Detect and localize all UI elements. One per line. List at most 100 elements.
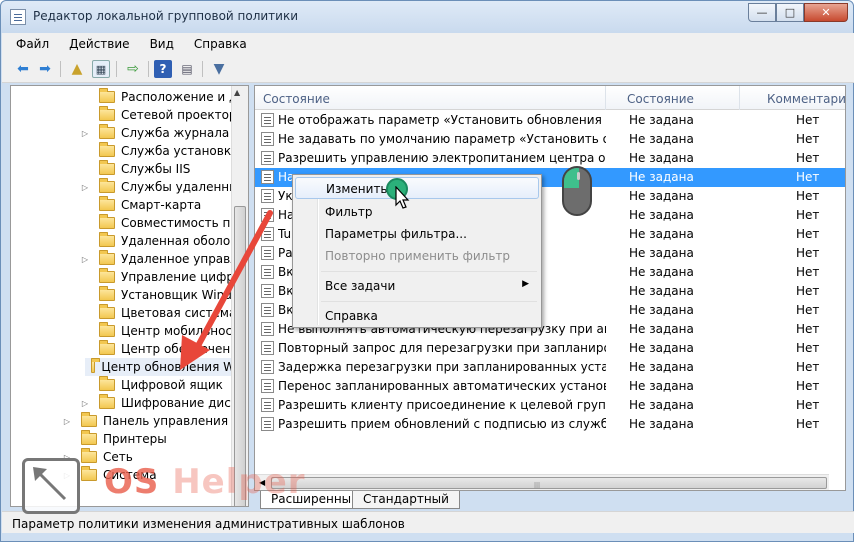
- window-controls: — □ ✕: [748, 3, 848, 22]
- policy-comment: Нет: [796, 284, 820, 298]
- policy-row[interactable]: Разрешить управлению электропитанием цен…: [255, 149, 845, 168]
- toolbar: ⬅ ➡ ▲ ▦ ⇨ ? ▤ ▼: [2, 55, 854, 83]
- policy-comment: Нет: [796, 265, 820, 279]
- tree-item[interactable]: ▷ Шифрование диска Bi: [75, 394, 248, 412]
- column-divider[interactable]: [739, 86, 740, 110]
- tree-item-label: Цифровой ящик: [121, 378, 223, 392]
- column-header-state[interactable]: Состояние: [627, 92, 694, 106]
- expand-arrow-icon[interactable]: ▷: [75, 183, 95, 192]
- minimize-button[interactable]: —: [748, 3, 776, 22]
- policy-setting-icon: [261, 151, 274, 165]
- folder-icon: [99, 376, 115, 391]
- tree-item[interactable]: Расположение и датч: [85, 88, 249, 106]
- folder-icon: [99, 196, 115, 211]
- tree-item[interactable]: Служба установки Ac: [85, 142, 248, 160]
- menu-help[interactable]: Справка: [190, 37, 251, 51]
- folder-icon: [99, 340, 115, 355]
- policy-state: Не задана: [629, 113, 694, 127]
- policy-state: Не задана: [629, 303, 694, 317]
- folder-icon: [90, 358, 100, 373]
- column-header-setting[interactable]: Состояние: [263, 92, 330, 106]
- menu-view[interactable]: Вид: [146, 37, 178, 51]
- policy-state: Не задана: [629, 322, 694, 336]
- context-item-filter-options[interactable]: Параметры фильтра...: [295, 223, 539, 245]
- tree-item[interactable]: ▷ Службы удаленных р: [75, 178, 248, 196]
- menu-separator: [321, 301, 537, 302]
- tab-standard[interactable]: Стандартный: [352, 491, 460, 509]
- tree-item[interactable]: ▷ Панель управления: [57, 412, 228, 430]
- title-bar[interactable]: Редактор локальной групповой политики — …: [1, 1, 853, 33]
- show-hide-tree-icon[interactable]: ▦: [92, 60, 110, 78]
- expand-arrow-icon[interactable]: ▷: [75, 129, 95, 138]
- mouse-left-click-icon: [562, 166, 592, 216]
- folder-icon: [99, 286, 115, 301]
- menu-separator: [321, 271, 537, 272]
- properties-icon[interactable]: ▤: [178, 60, 196, 78]
- context-item-label: Изменить: [326, 182, 388, 196]
- policy-row[interactable]: Разрешить клиенту присоединение к целево…: [255, 396, 845, 415]
- column-divider[interactable]: [605, 86, 606, 110]
- policy-state: Не задана: [629, 170, 694, 184]
- folder-icon: [99, 394, 115, 409]
- policy-comment: Нет: [796, 303, 820, 317]
- forward-arrow-icon[interactable]: ➡: [36, 60, 54, 78]
- policy-comment: Нет: [796, 170, 820, 184]
- scroll-up-icon[interactable]: ▲: [234, 88, 240, 97]
- close-button[interactable]: ✕: [804, 3, 848, 22]
- filter-icon[interactable]: ▼: [210, 60, 228, 78]
- policy-row[interactable]: Не отображать параметр «Установить обнов…: [255, 111, 845, 130]
- scrollbar-grip-icon: |||: [534, 482, 541, 489]
- policy-comment: Нет: [796, 189, 820, 203]
- policy-row[interactable]: Разрешить прием обновлений с подписью из…: [255, 415, 845, 434]
- context-item-label: Справка: [325, 309, 378, 323]
- policy-comment: Нет: [796, 417, 820, 431]
- policy-state: Не задана: [629, 284, 694, 298]
- column-header-comment[interactable]: Комментарий: [767, 92, 845, 106]
- context-item-filter[interactable]: Фильтр: [295, 201, 539, 223]
- expand-arrow-icon[interactable]: ▷: [57, 417, 77, 426]
- mouse-pointer-icon: [395, 186, 410, 209]
- policy-state: Не задана: [629, 379, 694, 393]
- policy-state: Не задана: [629, 189, 694, 203]
- context-item-label: Параметры фильтра...: [325, 227, 467, 241]
- help-icon[interactable]: ?: [154, 60, 172, 78]
- maximize-button[interactable]: □: [776, 3, 804, 22]
- policy-comment: Нет: [796, 246, 820, 260]
- policy-name: Разрешить управлению электропитанием цен…: [278, 151, 606, 165]
- policy-setting-icon: [261, 170, 274, 184]
- context-item-edit[interactable]: Изменить: [295, 177, 539, 199]
- policy-setting-icon: [261, 189, 274, 203]
- list-horizontal-scrollbar[interactable]: ◀ |||: [255, 474, 829, 490]
- scrollbar-thumb[interactable]: |||: [271, 477, 827, 489]
- policy-name: Не задавать по умолчанию параметр «Устан…: [278, 132, 606, 146]
- back-arrow-icon[interactable]: ⬅: [14, 60, 32, 78]
- tree-item[interactable]: Принтеры: [67, 430, 167, 448]
- expand-arrow-icon[interactable]: ▷: [75, 255, 95, 264]
- tree-item-label: Расположение и датч: [121, 90, 249, 104]
- folder-icon: [99, 214, 115, 229]
- policy-state: Не задана: [629, 227, 694, 241]
- tree-item[interactable]: ▷ Служба журнала собы: [75, 124, 248, 142]
- policy-comment: Нет: [796, 341, 820, 355]
- menu-file[interactable]: Файл: [12, 37, 53, 51]
- policy-row[interactable]: Перенос запланированных автоматических у…: [255, 377, 845, 396]
- up-folder-icon[interactable]: ▲: [68, 60, 86, 78]
- red-arrow-annotation-icon: [180, 210, 273, 370]
- toolbar-separator: [148, 61, 149, 77]
- toolbar-separator: [116, 61, 117, 77]
- menu-bar: Файл Действие Вид Справка: [2, 33, 854, 55]
- policy-row[interactable]: Повторный запрос для перезагрузки при за…: [255, 339, 845, 358]
- policy-comment: Нет: [796, 398, 820, 412]
- policy-comment: Нет: [796, 151, 820, 165]
- menu-action[interactable]: Действие: [65, 37, 133, 51]
- expand-arrow-icon[interactable]: ▷: [75, 399, 95, 408]
- tree-item[interactable]: Сетевой проектор: [85, 106, 237, 124]
- tree-item[interactable]: Службы IIS: [85, 160, 190, 178]
- policy-row[interactable]: Задержка перезагрузки при запланированны…: [255, 358, 845, 377]
- context-item-label: Фильтр: [325, 205, 373, 219]
- tree-item[interactable]: Цифровой ящик: [85, 376, 223, 394]
- policy-row[interactable]: Не задавать по умолчанию параметр «Устан…: [255, 130, 845, 149]
- export-list-icon[interactable]: ⇨: [124, 60, 142, 78]
- context-item-help[interactable]: Справка: [295, 305, 539, 327]
- context-item-all-tasks[interactable]: Все задачи ▶: [295, 275, 539, 297]
